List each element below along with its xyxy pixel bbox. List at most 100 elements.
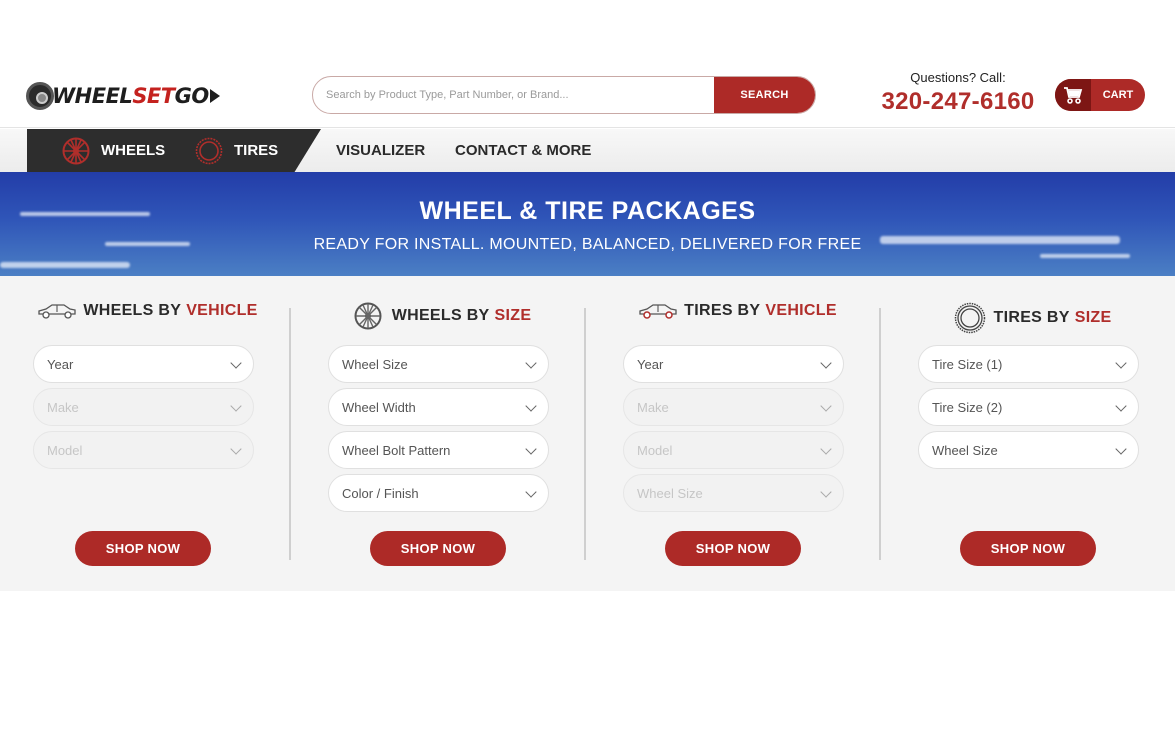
finder-title: WHEELS BY VEHICLE [0, 302, 295, 320]
finder-title-accent: VEHICLE [186, 302, 258, 319]
tire-icon [954, 302, 986, 334]
phone-number[interactable]: 320-247-6160 [876, 88, 1040, 116]
hero-banner: WHEEL & TIRE PACKAGES READY FOR INSTALL.… [0, 172, 1175, 276]
car-icon [37, 303, 77, 319]
chevron-down-icon [525, 486, 537, 498]
select-label: Wheel Size [932, 442, 998, 458]
model-select[interactable]: Model [33, 431, 254, 469]
shop-now-button[interactable]: SHOP NOW [370, 531, 506, 566]
car-icon [638, 303, 678, 319]
wheel-width-select[interactable]: Wheel Width [328, 388, 549, 426]
cart-label: CART [1102, 89, 1134, 101]
select-label: Wheel Size [342, 356, 408, 372]
cart-button[interactable]: CART [1055, 79, 1145, 111]
select-label: Year [637, 356, 664, 372]
select-label: Tire Size (2) [932, 399, 1003, 415]
finder-tires-by-vehicle: TIRES BY VEHICLE Year Make Model Wheel S… [590, 276, 885, 591]
wheel-icon [354, 302, 382, 330]
chevron-down-icon [820, 400, 832, 412]
chevron-down-icon [820, 357, 832, 369]
shop-now-button[interactable]: SHOP NOW [75, 531, 211, 566]
column-divider [289, 308, 291, 560]
search-button[interactable]: SEARCH [714, 77, 815, 113]
chevron-down-icon [525, 400, 537, 412]
bolt-pattern-select[interactable]: Wheel Bolt Pattern [328, 431, 549, 469]
select-label: Color / Finish [342, 485, 419, 501]
chevron-down-icon [525, 443, 537, 455]
finder-title-accent: SIZE [494, 307, 532, 324]
finder-title-main: TIRES BY [684, 302, 761, 319]
cloud-decoration [0, 262, 130, 268]
tire-size-1-select[interactable]: Tire Size (1) [918, 345, 1139, 383]
hero-title: WHEEL & TIRE PACKAGES [419, 197, 756, 225]
finder-title: TIRES BY VEHICLE [590, 302, 885, 320]
select-label: Wheel Size [637, 485, 703, 501]
tire-icon [195, 137, 223, 165]
nav-item-wheels[interactable]: WHEELS [62, 129, 165, 172]
year-select[interactable]: Year [623, 345, 844, 383]
color-finish-select[interactable]: Color / Finish [328, 474, 549, 512]
logo-text-go: GO [174, 84, 210, 108]
finder-wheels-by-size: WHEELS BY SIZE Wheel Size Wheel Width Wh… [295, 276, 590, 591]
make-select[interactable]: Make [33, 388, 254, 426]
nav-item-contact-more[interactable]: CONTACT & MORE [455, 129, 591, 172]
wheel-size-select[interactable]: Wheel Size [918, 431, 1139, 469]
select-label: Wheel Bolt Pattern [342, 442, 451, 458]
finder-title-main: WHEELS BY [83, 302, 182, 319]
cart-icon [1055, 79, 1091, 111]
make-select[interactable]: Make [623, 388, 844, 426]
chevron-down-icon [1115, 400, 1127, 412]
column-divider [879, 308, 881, 560]
nav-item-visualizer[interactable]: VISUALIZER [336, 129, 425, 172]
shop-now-button[interactable]: SHOP NOW [960, 531, 1096, 566]
wheel-size-select[interactable]: Wheel Size [623, 474, 844, 512]
year-select[interactable]: Year [33, 345, 254, 383]
chevron-down-icon [820, 486, 832, 498]
questions-label: Questions? Call: [910, 70, 1006, 85]
chevron-down-icon [230, 443, 242, 455]
nav-item-tires[interactable]: TIRES [195, 129, 278, 172]
chevron-down-icon [820, 443, 832, 455]
tire-size-2-select[interactable]: Tire Size (2) [918, 388, 1139, 426]
logo-tire-icon [26, 82, 54, 110]
finder-wheels-by-vehicle: WHEELS BY VEHICLE Year Make Model SHOP N… [0, 276, 295, 591]
chevron-down-icon [230, 357, 242, 369]
chevron-down-icon [525, 357, 537, 369]
logo-play-icon [209, 89, 220, 103]
search-input[interactable] [313, 77, 714, 113]
wheel-size-select[interactable]: Wheel Size [328, 345, 549, 383]
finder-title-accent: VEHICLE [765, 302, 837, 319]
finder-title: TIRES BY SIZE [885, 302, 1175, 334]
chevron-down-icon [230, 400, 242, 412]
wheel-icon [62, 137, 90, 165]
select-label: Model [47, 442, 83, 458]
cloud-decoration [1040, 254, 1130, 258]
select-label: Tire Size (1) [932, 356, 1003, 372]
finder-tires-by-size: TIRES BY SIZE Tire Size (1) Tire Size (2… [885, 276, 1175, 591]
site-header: WHEEL SET GO SEARCH Questions? Call: 320… [0, 62, 1175, 128]
finder-title-main: WHEELS BY [391, 307, 490, 324]
logo-text-wheel: WHEEL [52, 84, 133, 108]
chevron-down-icon [1115, 357, 1127, 369]
chevron-down-icon [1115, 443, 1127, 455]
select-label: Model [637, 442, 673, 458]
model-select[interactable]: Model [623, 431, 844, 469]
logo-text-set: SET [132, 84, 175, 108]
select-label: Make [637, 399, 669, 415]
select-label: Make [47, 399, 79, 415]
contact-block: Questions? Call: 320-247-6160 [876, 70, 1040, 116]
hero-subtitle: READY FOR INSTALL. MOUNTED, BALANCED, DE… [313, 236, 862, 253]
nav-label-tires: TIRES [234, 142, 279, 159]
finder-title-main: TIRES BY [993, 309, 1070, 326]
select-label: Year [47, 356, 74, 372]
main-nav: WHEELS TIRES VISUALIZER CONTACT & MORE [0, 129, 1175, 172]
nav-label-wheels: WHEELS [101, 142, 166, 159]
select-label: Wheel Width [342, 399, 416, 415]
finder-title: WHEELS BY SIZE [295, 302, 590, 330]
column-divider [584, 308, 586, 560]
product-finder: WHEELS BY VEHICLE Year Make Model SHOP N… [0, 276, 1175, 591]
site-logo[interactable]: WHEEL SET GO [26, 82, 220, 110]
search-bar: SEARCH [312, 76, 816, 114]
finder-title-accent: SIZE [1074, 309, 1112, 326]
shop-now-button[interactable]: SHOP NOW [665, 531, 801, 566]
